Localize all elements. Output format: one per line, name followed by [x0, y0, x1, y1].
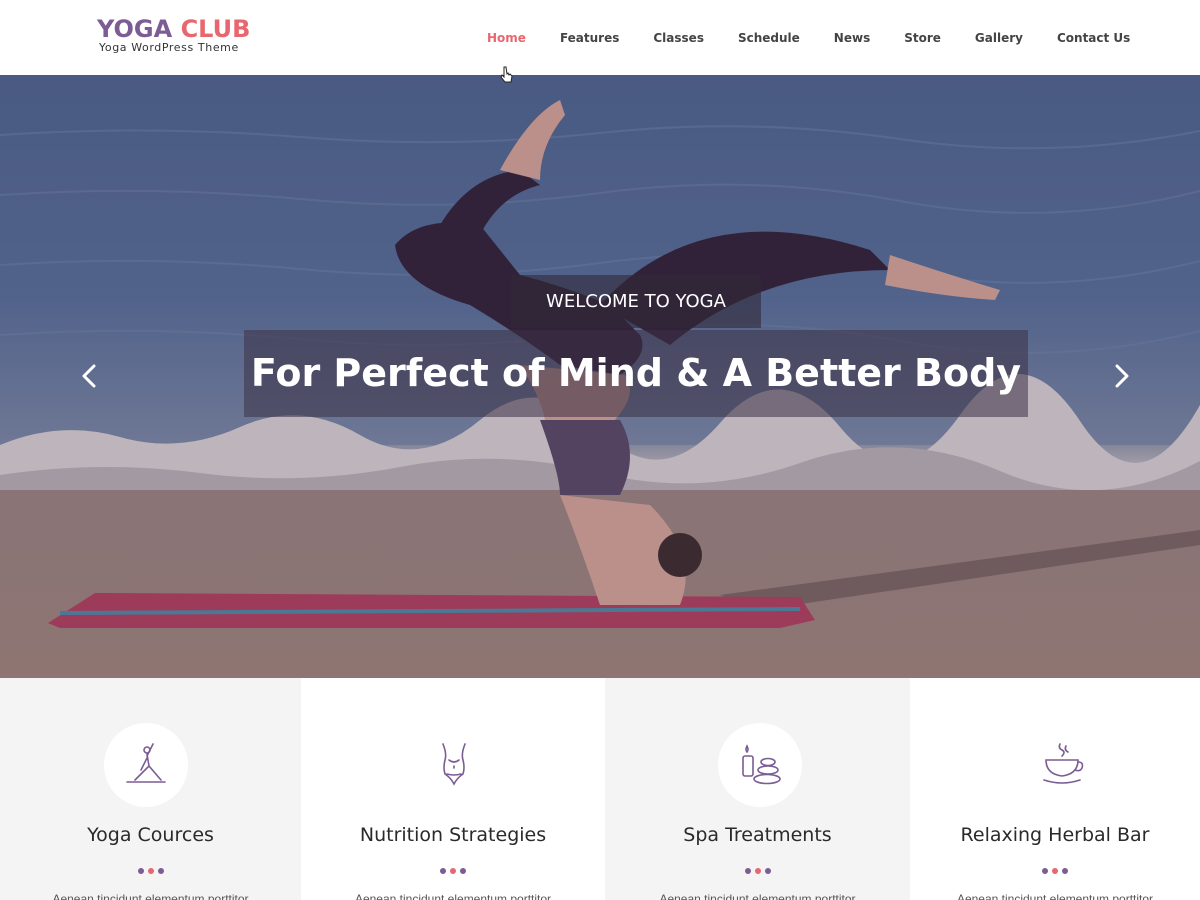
feature-title: Relaxing Herbal Bar: [960, 824, 1150, 846]
nav-item-home[interactable]: Home: [470, 28, 543, 48]
feature-text: Aenean tincidunt elementum porttitor: [52, 892, 249, 900]
feature-title: Nutrition Strategies: [359, 824, 547, 846]
feature-dots: [0, 868, 301, 874]
features-section: Yoga Cources Aenean tincidunt elementum …: [0, 678, 1200, 900]
nav-item-store[interactable]: Store: [887, 28, 958, 48]
body-figure-icon: [442, 743, 466, 786]
mouse-cursor-icon: [500, 66, 513, 83]
spa-stones-icon: [742, 744, 781, 785]
nav-item-gallery[interactable]: Gallery: [958, 28, 1040, 48]
feature-card[interactable]: Spa Treatments Aenean tincidunt elementu…: [605, 678, 910, 900]
logo-subtitle: Yoga WordPress Theme: [99, 41, 239, 54]
logo-title: YOGA CLUB: [97, 14, 250, 44]
feature-text: Aenean tincidunt elementum porttitor: [956, 892, 1154, 900]
slider-next-button[interactable]: [1109, 363, 1133, 389]
feature-dots: [301, 868, 605, 874]
nav-item-news[interactable]: News: [817, 28, 887, 48]
feature-title: Spa Treatments: [683, 824, 832, 846]
chevron-right-icon: [1115, 364, 1129, 388]
nav-item-schedule[interactable]: Schedule: [721, 28, 817, 48]
feature-text: Aenean tincidunt elementum porttitor: [659, 892, 856, 900]
feature-card[interactable]: Nutrition Strategies Aenean tincidunt el…: [301, 678, 605, 900]
site-logo[interactable]: YOGA CLUB Yoga WordPress Theme: [97, 14, 250, 54]
nav-item-features[interactable]: Features: [543, 28, 636, 48]
yoga-pose-icon: [126, 743, 166, 783]
logo-word-club: CLUB: [180, 15, 251, 43]
nav-item-classes[interactable]: Classes: [636, 28, 721, 48]
logo-word-yoga: YOGA: [97, 15, 173, 43]
hero-slider: WELCOME TO YOGA For Perfect of Mind & A …: [0, 75, 1200, 678]
site-header: YOGA CLUB Yoga WordPress Theme Home Feat…: [0, 0, 1200, 75]
feature-text: Aenean tincidunt elementum porttitor: [354, 892, 552, 900]
nav-item-contact-us[interactable]: Contact Us: [1040, 28, 1147, 48]
feature-card[interactable]: Yoga Cources Aenean tincidunt elementum …: [0, 678, 301, 900]
tea-cup-icon: [1043, 743, 1084, 784]
slider-prev-button[interactable]: [78, 363, 102, 389]
main-nav: Home Features Classes Schedule News Stor…: [470, 28, 1147, 48]
chevron-left-icon: [82, 364, 96, 388]
feature-dots: [910, 868, 1200, 874]
hero-kicker: WELCOME TO YOGA: [511, 275, 761, 328]
hero-headline: For Perfect of Mind & A Better Body: [244, 330, 1028, 417]
feature-card[interactable]: Relaxing Herbal Bar Aenean tincidunt ele…: [910, 678, 1200, 900]
feature-dots: [605, 868, 910, 874]
feature-title: Yoga Cources: [87, 824, 214, 846]
